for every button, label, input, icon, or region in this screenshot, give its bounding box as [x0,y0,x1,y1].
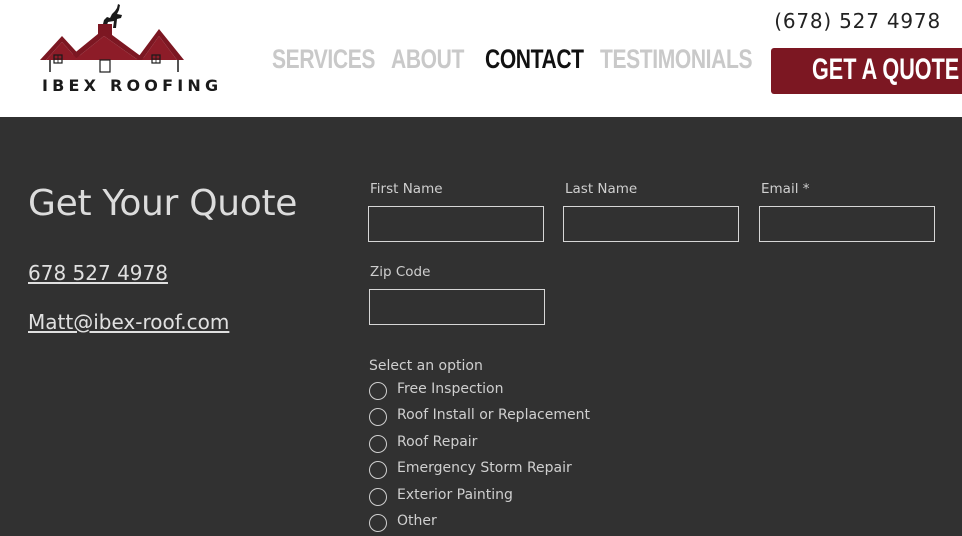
nav-about[interactable]: ABOUT [391,44,464,80]
ibex-roofing-logo[interactable]: IBEX ROOFING [38,2,223,98]
select-option-label: Select an option [369,358,483,374]
email-field[interactable] [759,206,935,242]
get-a-quote-button[interactable]: GET A QUOTE [771,48,962,94]
nav-services[interactable]: SERVICES [272,44,375,80]
first-name-label: First Name [370,181,443,197]
zip-code-label: Zip Code [370,264,431,280]
header-phone[interactable]: (678) 527 4978 [774,9,941,33]
site-header: IBEX ROOFING SERVICES ABOUT CONTACT TEST… [0,0,962,117]
nav-testimonials[interactable]: TESTIMONIALS [600,44,752,80]
option-label: Roof Install or Replacement [397,407,590,423]
logo-text: IBEX ROOFING [42,76,223,95]
page-title: Get Your Quote [28,183,298,224]
option-label: Emergency Storm Repair [397,460,572,476]
option-label: Exterior Painting [397,487,513,503]
option-label: Other [397,513,437,529]
option-label: Free Inspection [397,381,504,397]
last-name-field[interactable] [563,206,739,242]
email-label: Email * [761,181,810,197]
radio-circle-icon[interactable] [369,461,387,479]
radio-circle-icon[interactable] [369,435,387,453]
nav-contact[interactable]: CONTACT [485,44,584,80]
zip-code-field[interactable] [369,289,545,325]
radio-circle-icon[interactable] [369,514,387,532]
last-name-label: Last Name [565,181,638,197]
radio-circle-icon[interactable] [369,382,387,400]
option-label: Roof Repair [397,434,478,450]
phone-link[interactable]: 678 527 4978 [28,261,168,285]
radio-circle-icon[interactable] [369,408,387,426]
first-name-field[interactable] [368,206,544,242]
radio-circle-icon[interactable] [369,488,387,506]
get-a-quote-label: GET A QUOTE [812,53,960,86]
email-link[interactable]: Matt@ibex-roof.com [28,310,229,334]
